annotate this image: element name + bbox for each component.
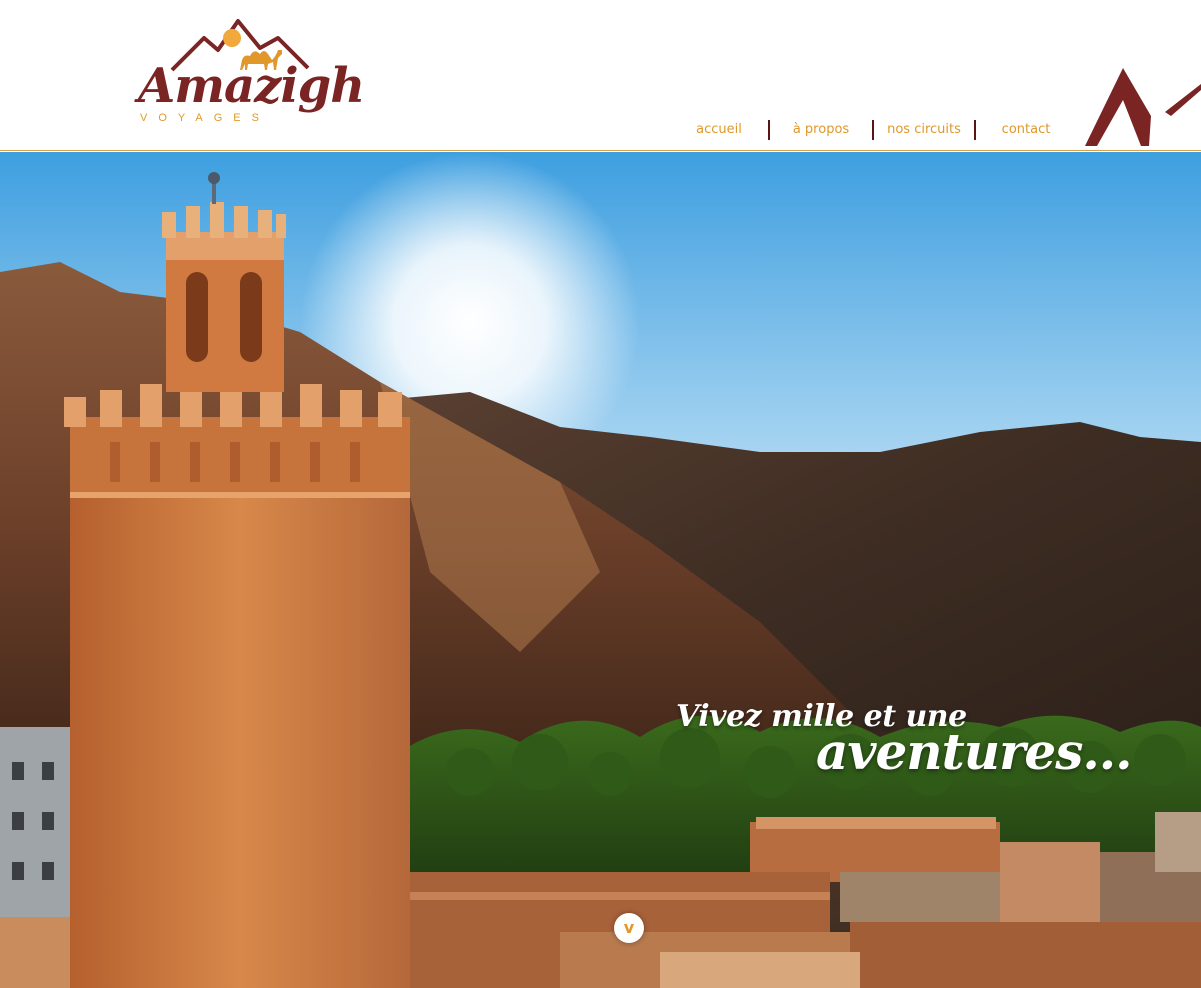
nav-item-nos-circuits[interactable]: nos circuits	[874, 120, 974, 140]
main-navigation: accueil à propos nos circuits contact	[670, 120, 1076, 140]
logo-wordmark: Amazigh	[138, 58, 365, 114]
nav-item-a-propos[interactable]: à propos	[770, 120, 872, 140]
amazigh-logo[interactable]: Amazigh VOYAGES	[136, 18, 365, 130]
hero-tagline-line2: aventures...	[816, 722, 1133, 781]
hero-landscape-image	[0, 152, 1201, 988]
site-header: Amazigh VOYAGES accueil à propos nos cir…	[0, 0, 1201, 151]
nav-item-contact[interactable]: contact	[976, 120, 1076, 140]
scroll-down-button[interactable]: v	[614, 913, 644, 943]
hero-tagline: Vivez mille et une aventures...	[676, 700, 1176, 780]
chevron-down-icon: v	[623, 918, 635, 937]
nav-item-accueil[interactable]: accueil	[670, 120, 768, 140]
logo-subtitle: VOYAGES	[140, 112, 270, 124]
hero-banner: Vivez mille et une aventures... v	[0, 152, 1201, 988]
tent-decoration-icon	[1085, 68, 1201, 146]
